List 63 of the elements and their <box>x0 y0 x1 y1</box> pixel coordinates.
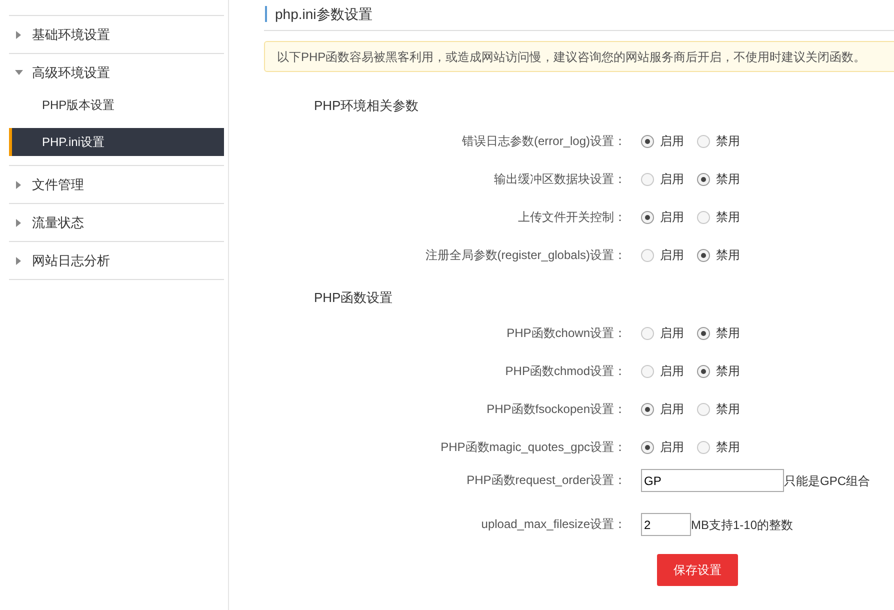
radio-button[interactable] <box>697 134 710 148</box>
sidebar-item[interactable]: 基础环境设置 <box>9 16 224 53</box>
radio-button[interactable] <box>641 248 654 262</box>
sidebar-item[interactable]: 高级环境设置 <box>9 54 224 91</box>
save-button[interactable]: 保存设置 <box>657 554 738 586</box>
radio-label: 启用 <box>660 363 684 380</box>
sidebar-item[interactable]: 流量状态 <box>9 204 224 241</box>
radio-button[interactable] <box>641 172 654 186</box>
radio-label: 启用 <box>660 401 684 418</box>
radio-label: 禁用 <box>716 171 740 188</box>
field-hint: MB支持1-10的整数 <box>691 516 794 534</box>
sidebar-item[interactable]: 文件管理 <box>9 166 224 203</box>
setting-label: 注册全局参数(register_globals)设置： <box>425 247 626 264</box>
radio-label: 启用 <box>660 171 684 188</box>
radio-button[interactable] <box>697 248 710 262</box>
radio-button[interactable] <box>697 402 710 416</box>
setting-label: PHP函数request_order设置： <box>466 472 626 489</box>
caret-right-icon <box>16 218 21 226</box>
text-field[interactable]: GP <box>641 469 784 492</box>
radio-label: 禁用 <box>716 209 740 226</box>
radio-button[interactable] <box>641 210 654 224</box>
radio-button[interactable] <box>641 134 654 148</box>
page-title: php.ini参数设置 <box>275 4 372 24</box>
setting-label: PHP函数magic_quotes_gpc设置： <box>440 439 626 456</box>
radio-button[interactable] <box>641 402 654 416</box>
radio-button[interactable] <box>697 172 710 186</box>
caret-down-icon <box>15 70 23 75</box>
setting-label: PHP函数fsockopen设置： <box>486 401 626 418</box>
section-heading: PHP环境相关参数 <box>314 97 420 114</box>
radio-label: 启用 <box>660 439 684 456</box>
setting-label: upload_max_filesize设置： <box>481 516 626 533</box>
radio-label: 启用 <box>660 133 684 150</box>
radio-label: 启用 <box>660 325 684 342</box>
radio-button[interactable] <box>697 364 710 378</box>
setting-label: PHP函数chown设置： <box>506 325 626 342</box>
radio-button[interactable] <box>697 440 710 454</box>
setting-label: 上传文件开关控制： <box>518 209 626 226</box>
field-hint: 只能是GPC组合 <box>784 472 870 490</box>
radio-label: 禁用 <box>716 247 740 264</box>
setting-label: 输出缓冲区数据块设置： <box>494 171 626 188</box>
radio-label: 禁用 <box>716 439 740 456</box>
radio-label: 启用 <box>660 209 684 226</box>
radio-button[interactable] <box>697 326 710 340</box>
caret-right-icon <box>16 256 21 264</box>
sidebar-subitem[interactable]: PHP.ini设置 <box>9 128 224 156</box>
radio-button[interactable] <box>641 326 654 340</box>
radio-button[interactable] <box>641 364 654 378</box>
radio-label: 禁用 <box>716 133 740 150</box>
text-field[interactable]: 2 <box>641 513 691 536</box>
caret-right-icon <box>16 30 21 38</box>
radio-label: 启用 <box>660 247 684 264</box>
section-heading: PHP函数设置 <box>314 289 394 306</box>
radio-button[interactable] <box>697 210 710 224</box>
setting-label: PHP函数chmod设置： <box>505 363 626 380</box>
radio-label: 禁用 <box>716 325 740 342</box>
sidebar-item[interactable]: 网站日志分析 <box>9 242 224 279</box>
setting-label: 错误日志参数(error_log)设置： <box>462 133 626 150</box>
notice-banner: 以下PHP函数容易被黑客利用，或造成网站访问慢，建议咨询您的网站服务商后开启，不使用时建议关闭函数。 <box>264 41 894 72</box>
radio-button[interactable] <box>641 440 654 454</box>
radio-label: 禁用 <box>716 401 740 418</box>
sidebar-subitem[interactable]: PHP版本设置 <box>9 91 224 119</box>
caret-right-icon <box>16 180 21 188</box>
radio-label: 禁用 <box>716 363 740 380</box>
